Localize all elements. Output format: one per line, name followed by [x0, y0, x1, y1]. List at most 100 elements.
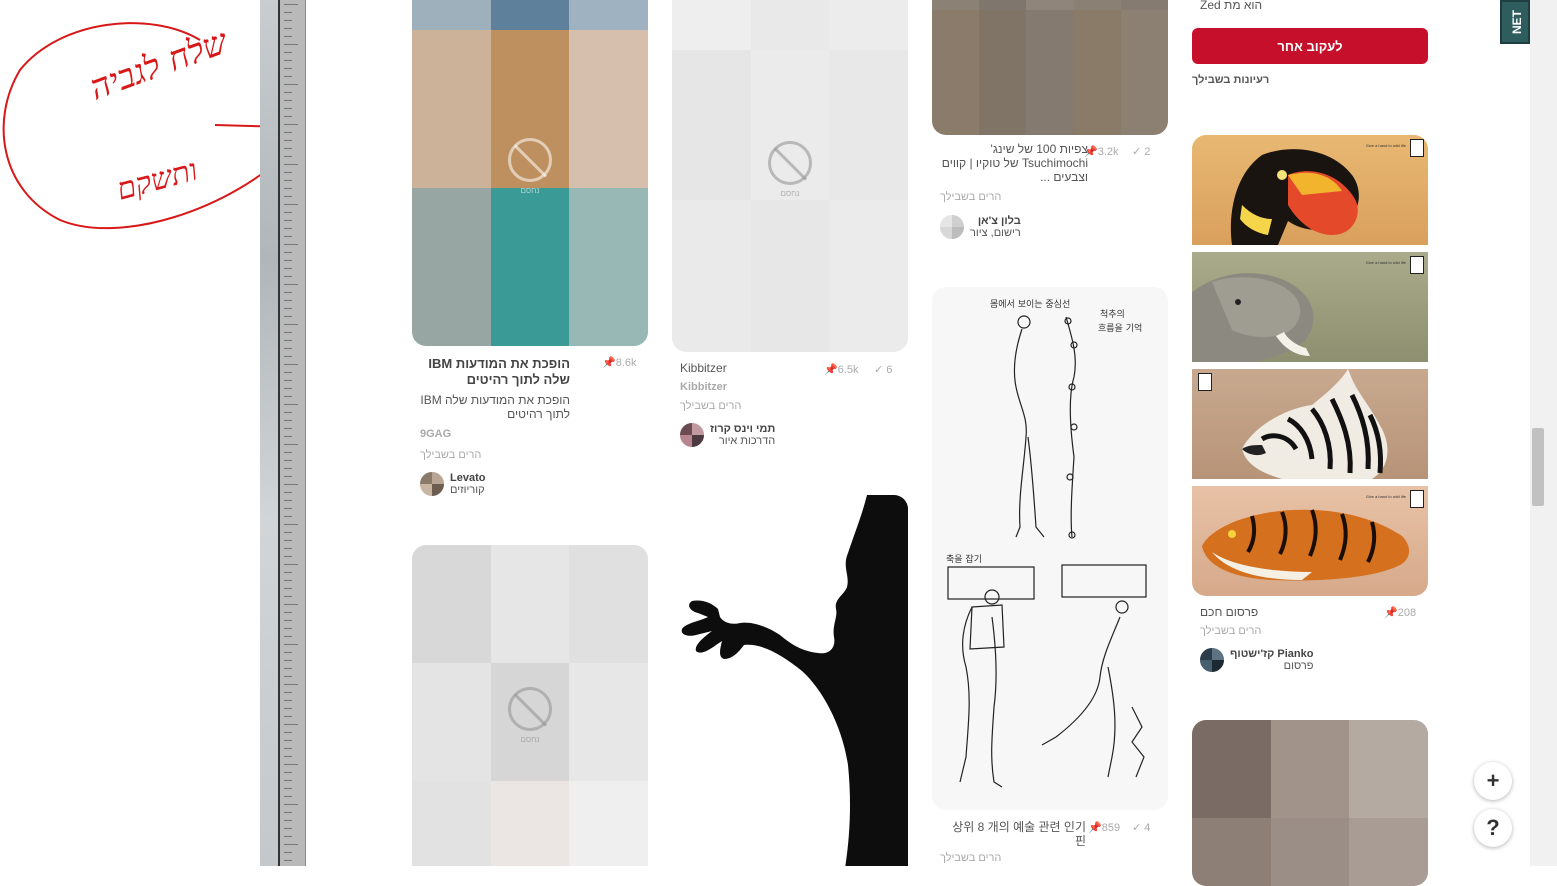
ruler-tick: [284, 524, 298, 525]
pin-title-ibm[interactable]: הופכת את המודעות IBM שלה לתוך רהיטים: [420, 356, 570, 388]
saves-count: 859: [1101, 822, 1121, 834]
wwf-ad-tiger: Give a hand to wild life: [1192, 486, 1428, 596]
net-side-tab[interactable]: NET: [1500, 0, 1530, 44]
saves-count: 6.5k: [837, 364, 859, 376]
ruler-tick: [284, 172, 292, 173]
pin-image-brown[interactable]: [1192, 720, 1428, 886]
handwritten-annotation: שלח לגביה ותשקם: [2, 21, 340, 230]
ruler-tick: [284, 300, 292, 301]
ruler-tick: [284, 156, 292, 157]
ruler-tick: [284, 716, 292, 717]
ruler-tick: [284, 404, 298, 405]
wwf-logo-icon: [1410, 256, 1424, 274]
svg-text:몸에서 보이는 중심선: 몸에서 보이는 중심선: [990, 299, 1070, 310]
svg-text:흐름을 기억: 흐름을 기억: [1098, 322, 1142, 334]
pin-user-kibbitzer[interactable]: תמי וינס קרוז הדרכות איור: [680, 423, 775, 447]
avatar: [940, 215, 964, 239]
pin-image-wwf[interactable]: Give a hand to wild life Give a hand to …: [1192, 135, 1428, 596]
help-button[interactable]: ?: [1474, 809, 1512, 847]
pin-image-sketch[interactable]: 몸에서 보이는 중심선 척추의 흐름을 기억 축을 잡기: [932, 287, 1168, 810]
ruler-tick: [284, 332, 292, 333]
pin-saves-ibm: 📌8.6k: [602, 357, 637, 369]
tries-count: 4: [1144, 822, 1151, 834]
ruler-tick: [284, 684, 298, 685]
ruler-tick: [284, 412, 292, 413]
blocked-label: נחסם: [780, 189, 800, 198]
pin-tries-korean: ✓ 4: [1132, 822, 1151, 834]
wwf-ad-toucan: Give a hand to wild life: [1192, 135, 1428, 245]
ruler-tick: [284, 628, 292, 629]
pin-via-korean: הרים בשבילך: [940, 852, 1002, 864]
pin-image-ibm[interactable]: נחסם: [412, 0, 648, 346]
pin-via-wwf: הרים בשבילך: [1200, 625, 1262, 637]
ruler-tick: [284, 12, 292, 13]
avatar: [1200, 648, 1224, 672]
follow-button[interactable]: לעקוב אחר: [1192, 28, 1428, 64]
ruler-tick: [284, 364, 298, 365]
wwf-logo-icon: [1410, 490, 1424, 508]
ruler-tick: [284, 732, 292, 733]
user-name: תמי וינס קרוז: [710, 423, 776, 435]
ruler-tick: [284, 4, 298, 5]
ruler-tick: [284, 556, 292, 557]
pin-image-gray[interactable]: נחסם: [412, 545, 648, 866]
pin-source-ibm[interactable]: 9GAG: [420, 428, 451, 440]
ruler-tick: [284, 564, 298, 565]
ruler-tick: [284, 460, 292, 461]
ruler-tick: [284, 196, 292, 197]
ruler-tick: [284, 636, 292, 637]
ruler-tick: [284, 308, 292, 309]
ruler-tick: [284, 124, 298, 125]
ruler-tick: [284, 484, 298, 485]
pin-image-silhouette[interactable]: [672, 495, 908, 866]
ruler-tick: [284, 820, 292, 821]
pin-user-ibm[interactable]: Levato קוריוזים: [420, 472, 485, 496]
pin-via-tsuchimochi: הרים בשבילך: [940, 191, 1002, 203]
ruler-tick: [284, 476, 292, 477]
ruler-tick: [284, 236, 292, 237]
annotation-area: שלח לגביה ותשקם: [0, 0, 340, 866]
ideas-for-you-label: רעיונות בשבילך: [1192, 74, 1270, 86]
pin-tries-tsuchimochi: ✓ 2: [1132, 146, 1151, 158]
ruler-tick: [284, 324, 298, 325]
ruler-tick: [284, 204, 298, 205]
ruler-tick: [284, 356, 292, 357]
pin-user-tsuchimochi[interactable]: בלון צ'אן רישום, ציור: [940, 215, 1021, 239]
ruler-tick: [284, 436, 292, 437]
ruler-tick: [284, 348, 292, 349]
pin-source-kibbitzer[interactable]: Kibbitzer: [680, 381, 727, 393]
pin-title-tsuchimochi[interactable]: צפיות 100 של שינג' Tsuchimochi של טוקיו …: [940, 142, 1088, 184]
scrollbar-thumb[interactable]: [1532, 428, 1544, 506]
wwf-tagline: Give a hand to wild life: [1365, 494, 1406, 499]
ruler-tick: [284, 724, 298, 725]
pin-image-tsuchimochi[interactable]: [932, 0, 1168, 135]
ruler-tick: [284, 844, 298, 845]
blocked-icon: [508, 138, 552, 182]
pin-image-kibbitzer[interactable]: נחסם: [672, 0, 908, 352]
ruler-tick: [284, 228, 292, 229]
ruler-tick: [284, 780, 292, 781]
background-window-strip: [260, 0, 278, 866]
pin-title-wwf[interactable]: פרסום חכם: [1200, 605, 1258, 619]
add-button[interactable]: +: [1474, 762, 1512, 800]
pin-title-kibbitzer[interactable]: Kibbitzer: [680, 361, 727, 375]
avatar: [680, 423, 704, 447]
pin-title-korean[interactable]: 상위 8 개의 예술 관련 인기 핀: [940, 820, 1086, 848]
wwf-logo-icon: [1198, 373, 1212, 391]
ruler-tick: [284, 692, 292, 693]
saves-count: 208: [1397, 607, 1417, 619]
ruler-tick: [284, 660, 292, 661]
ruler-tick: [284, 772, 292, 773]
ruler-tick: [284, 532, 292, 533]
tries-count: 6: [886, 364, 893, 376]
ruler-tick: [284, 796, 292, 797]
svg-text:척추의: 척추의: [1100, 309, 1125, 320]
ruler-tick: [284, 604, 298, 605]
ruler-tick: [284, 244, 298, 245]
ruler-tick: [284, 500, 292, 501]
ruler-tick: [284, 84, 298, 85]
board-name: קוריוזים: [450, 484, 485, 496]
pin-user-wwf[interactable]: Pianko קז'ישטוף פרסום: [1200, 648, 1313, 672]
ruler-tick: [284, 788, 292, 789]
ruler-tick: [284, 44, 298, 45]
